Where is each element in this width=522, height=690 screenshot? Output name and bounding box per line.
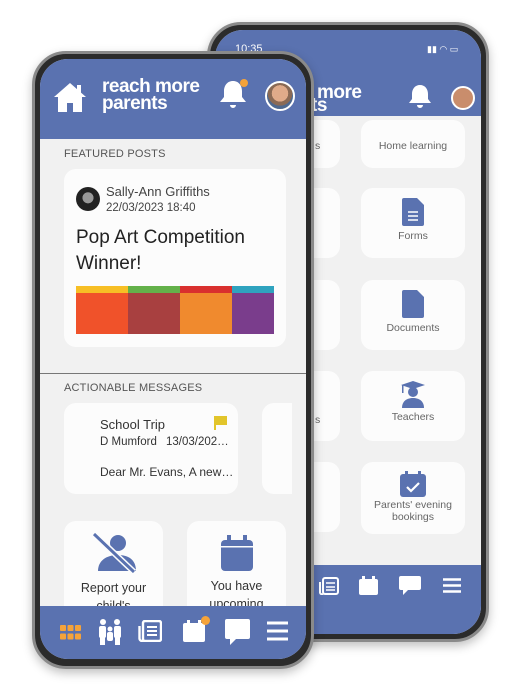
divider: [40, 373, 306, 374]
featured-posts-heading: FEATURED POSTS: [64, 148, 166, 160]
message-card[interactable]: School Trip D Mumford 13/03/202… Dear Mr…: [64, 403, 238, 494]
notifications-button[interactable]: [220, 79, 250, 113]
chat-icon[interactable]: [225, 619, 250, 645]
calendar-check-icon: [400, 471, 426, 497]
post-author: Sally-Ann Griffiths: [106, 184, 210, 199]
post-image[interactable]: [76, 286, 275, 334]
notification-dot: [240, 79, 248, 87]
tile-label: Teachers: [391, 411, 435, 423]
tile-label: Forms: [398, 230, 428, 242]
post-title[interactable]: Pop Art Competition Winner!: [76, 225, 256, 277]
document-icon: [402, 290, 424, 318]
pop-art-panel: [76, 286, 129, 334]
home-icon[interactable]: [54, 82, 86, 112]
teacher-icon: [401, 381, 425, 408]
bottom-nav: [40, 606, 306, 659]
calendar-icon[interactable]: [359, 576, 378, 595]
tile-label: Home learning: [378, 140, 448, 152]
calendar-icon: [220, 535, 253, 571]
front-screen: reach more parents FEATURED POSTS Sally-…: [40, 59, 306, 659]
menu-icon[interactable]: [267, 621, 288, 641]
message-sender: D Mumford: [100, 436, 157, 448]
calendar-badge: [201, 616, 210, 625]
tile-forms[interactable]: Forms: [361, 188, 465, 258]
message-subject: School Trip: [100, 417, 166, 432]
logo-line2: parents: [102, 93, 168, 114]
absence-icon: [91, 533, 136, 573]
message-date: 13/03/202…: [166, 436, 229, 448]
message-card-next[interactable]: [262, 403, 292, 494]
front-header: reach more parents: [40, 59, 306, 139]
menu-icon[interactable]: [443, 578, 461, 593]
featured-post-card[interactable]: Sally-Ann Griffiths 22/03/2023 18:40 Pop…: [64, 169, 286, 347]
calendar-nav-button[interactable]: [183, 616, 210, 644]
chat-icon[interactable]: [399, 576, 421, 596]
pop-art-panel: [232, 286, 275, 334]
tile-home-learning[interactable]: Home learning: [361, 120, 465, 168]
logo: reach more parents: [102, 77, 200, 114]
form-document-icon: [402, 198, 424, 226]
avatar[interactable]: [451, 86, 475, 110]
newsletter-icon[interactable]: [319, 577, 339, 595]
status-icons: ▮▮ ◠ ▭: [427, 44, 459, 54]
actionable-messages-heading: ACTIONABLE MESSAGES: [64, 382, 203, 394]
tile-documents[interactable]: Documents: [361, 280, 465, 350]
flag-icon: [214, 416, 227, 430]
dashboard-icon[interactable]: [60, 625, 81, 640]
family-icon[interactable]: [98, 618, 122, 646]
tile-label: Parents' evening bookings: [374, 499, 452, 523]
pop-art-panel: [128, 286, 181, 334]
message-preview: Dear Mr. Evans, A new…: [100, 465, 234, 479]
newsletter-icon[interactable]: [138, 620, 162, 642]
pop-art-panel: [180, 286, 233, 334]
author-avatar: [76, 187, 100, 211]
avatar[interactable]: [265, 81, 295, 111]
bell-icon[interactable]: [409, 84, 431, 108]
front-phone: reach more parents FEATURED POSTS Sally-…: [32, 51, 314, 669]
post-date: 22/03/2023 18:40: [106, 202, 196, 214]
tile-parents-evening[interactable]: Parents' evening bookings: [361, 462, 465, 534]
tile-label: Documents: [386, 322, 440, 334]
tile-teachers[interactable]: Teachers: [361, 371, 465, 441]
